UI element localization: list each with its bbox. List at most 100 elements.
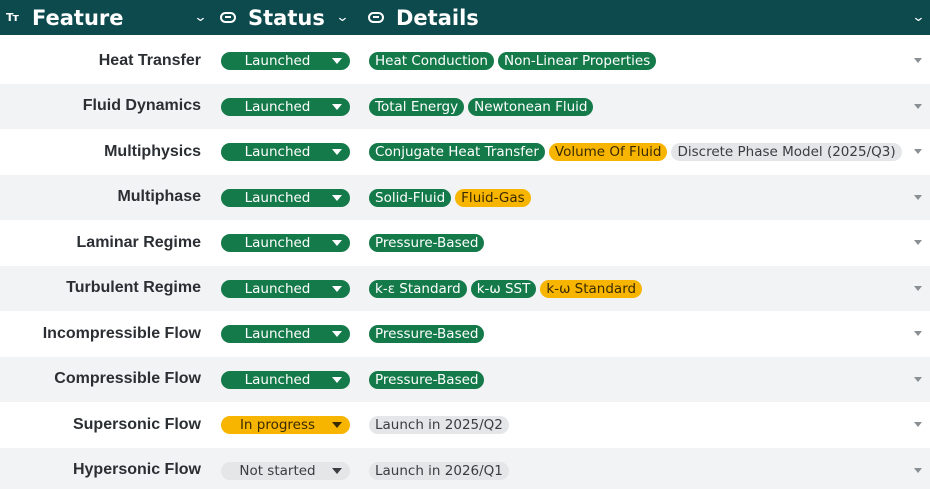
table-row[interactable]: Supersonic Flow In progress Launch in 2025… xyxy=(0,402,930,448)
column-title-details: Details xyxy=(396,5,479,30)
table-row[interactable]: Hypersonic Flow Not started Launch in 2026… xyxy=(0,447,930,489)
details-tags[interactable]: Solid-Fluid Fluid-Gas xyxy=(369,188,531,207)
table-row[interactable]: Fluid Dynamics Launched Total Energy Newton… xyxy=(0,83,930,129)
status-select[interactable]: Launched xyxy=(221,188,350,207)
column-title-feature: Feature xyxy=(32,5,124,30)
feature-name: Hypersonic Flow xyxy=(72,461,201,479)
table-body: Heat Transfer Launched Heat Conduction Non-… xyxy=(0,38,930,489)
detail-tag: Newtonean Fluid xyxy=(468,97,594,116)
caret-down-icon[interactable] xyxy=(332,331,342,337)
row-dropdown-caret-icon[interactable] xyxy=(914,422,922,427)
chevron-down-icon[interactable]: ⌄ xyxy=(193,10,207,25)
detail-tag: Discrete Phase Model (2025/Q3) xyxy=(671,143,902,161)
details-tags[interactable]: Launch in 2026/Q1 xyxy=(369,461,509,480)
details-tags[interactable]: Pressure-Based xyxy=(369,234,485,252)
detail-tag: Solid-Fluid xyxy=(369,188,452,207)
text-type-icon: Tт xyxy=(6,11,19,24)
details-tags[interactable]: Total Energy Newtonean Fluid xyxy=(369,97,594,116)
detail-tag: Conjugate Heat Transfer xyxy=(369,143,545,161)
row-dropdown-caret-icon[interactable] xyxy=(914,194,922,200)
caret-down-icon[interactable] xyxy=(332,467,342,474)
status-label: Launched xyxy=(244,235,311,251)
table-row[interactable]: Multiphysics Launched Conjugate Heat Trans… xyxy=(0,129,930,175)
feature-name: Incompressible Flow xyxy=(42,324,201,342)
row-dropdown-caret-icon[interactable] xyxy=(914,240,922,245)
chevron-down-icon[interactable]: ⌄ xyxy=(911,10,925,25)
status-label: Launched xyxy=(244,326,311,342)
table-row[interactable]: Laminar Regime Launched Pressure-Based xyxy=(0,220,930,266)
status-label: Launched xyxy=(244,144,311,160)
table-row[interactable]: Multiphase Launched Solid-Fluid Fluid-Gas xyxy=(0,174,930,220)
feature-name: Laminar Regime xyxy=(76,233,201,251)
feature-name: Multiphysics xyxy=(104,142,201,160)
caret-down-icon[interactable] xyxy=(332,149,342,155)
detail-tag: Non-Linear Properties xyxy=(497,52,657,70)
detail-tag: Pressure-Based xyxy=(369,370,485,389)
row-dropdown-caret-icon[interactable] xyxy=(914,285,922,291)
feature-name: Compressible Flow xyxy=(54,370,201,388)
feature-name: Multiphase xyxy=(117,188,201,206)
details-tags[interactable]: Launch in 2025/Q2 xyxy=(369,416,509,434)
row-dropdown-caret-icon[interactable] xyxy=(914,331,922,336)
caret-down-icon[interactable] xyxy=(332,422,342,428)
caret-down-icon[interactable] xyxy=(332,103,342,110)
details-tags[interactable]: Heat Conduction Non-Linear Properties xyxy=(369,52,657,70)
caret-down-icon[interactable] xyxy=(332,285,342,292)
feature-name: Supersonic Flow xyxy=(72,415,201,433)
feature-name: Heat Transfer xyxy=(98,51,201,69)
column-header-status[interactable]: Status ⌄ xyxy=(220,0,360,35)
single-select-icon xyxy=(220,12,236,23)
details-tags[interactable]: Conjugate Heat Transfer Volume Of Fluid Di… xyxy=(369,143,902,161)
status-select[interactable]: Launched xyxy=(221,370,350,389)
table-row[interactable]: Compressible Flow Launched Pressure-Based xyxy=(0,356,930,402)
detail-tag: k-ε Standard xyxy=(369,279,467,298)
details-tags[interactable]: k-ε Standard k-ω SST k-ω Standard xyxy=(369,279,643,298)
detail-tag: Fluid-Gas xyxy=(455,188,531,207)
table-header: Tт Feature ⌄ Status ⌄ Details ⌄ xyxy=(0,0,930,35)
feature-name: Turbulent Regime xyxy=(66,279,201,297)
column-header-details[interactable]: Details ⌄ xyxy=(368,0,930,35)
status-label: Launched xyxy=(244,371,311,388)
detail-tag: Pressure-Based xyxy=(369,234,485,252)
row-dropdown-caret-icon[interactable] xyxy=(914,376,922,382)
table-row[interactable]: Turbulent Regime Launched k-ε Standard k-ω … xyxy=(0,265,930,311)
status-label: Launched xyxy=(244,98,311,115)
status-select[interactable]: Launched xyxy=(221,143,350,161)
multi-select-icon xyxy=(368,12,384,23)
column-header-feature[interactable]: Tт Feature ⌄ xyxy=(6,0,214,35)
caret-down-icon[interactable] xyxy=(332,240,342,246)
status-label: Launched xyxy=(244,189,311,206)
status-select[interactable]: Launched xyxy=(221,97,350,116)
details-tags[interactable]: Pressure-Based xyxy=(369,325,485,343)
row-dropdown-caret-icon[interactable] xyxy=(914,467,922,473)
table-row[interactable]: Incompressible Flow Launched Pressure-Base… xyxy=(0,311,930,357)
detail-tag: k-ω Standard xyxy=(540,279,643,298)
status-label: Launched xyxy=(244,280,311,297)
table-row[interactable]: Heat Transfer Launched Heat Conduction Non-… xyxy=(0,38,930,84)
status-label: Launched xyxy=(244,53,311,69)
status-label: Not started xyxy=(239,462,316,479)
status-select[interactable]: In progress xyxy=(221,416,350,434)
detail-tag: k-ω SST xyxy=(470,279,537,298)
chevron-down-icon[interactable]: ⌄ xyxy=(335,10,349,25)
row-dropdown-caret-icon[interactable] xyxy=(914,58,922,63)
detail-tag: Total Energy xyxy=(369,97,465,116)
detail-tag: Launch in 2025/Q2 xyxy=(369,416,509,434)
status-select[interactable]: Launched xyxy=(221,325,350,343)
detail-tag: Heat Conduction xyxy=(369,52,494,70)
status-select[interactable]: Not started xyxy=(221,461,350,480)
status-select[interactable]: Launched xyxy=(221,52,350,70)
details-tags[interactable]: Pressure-Based xyxy=(369,370,485,389)
row-dropdown-caret-icon[interactable] xyxy=(914,149,922,154)
status-select[interactable]: Launched xyxy=(221,279,350,298)
feature-name: Fluid Dynamics xyxy=(82,97,201,115)
status-select[interactable]: Launched xyxy=(221,234,350,252)
detail-tag: Pressure-Based xyxy=(369,325,485,343)
detail-tag: Volume Of Fluid xyxy=(548,143,668,161)
row-dropdown-caret-icon[interactable] xyxy=(914,103,922,109)
caret-down-icon[interactable] xyxy=(332,58,342,64)
caret-down-icon[interactable] xyxy=(332,376,342,383)
detail-tag: Launch in 2026/Q1 xyxy=(369,461,509,480)
caret-down-icon[interactable] xyxy=(332,194,342,201)
column-title-status: Status xyxy=(248,5,325,30)
